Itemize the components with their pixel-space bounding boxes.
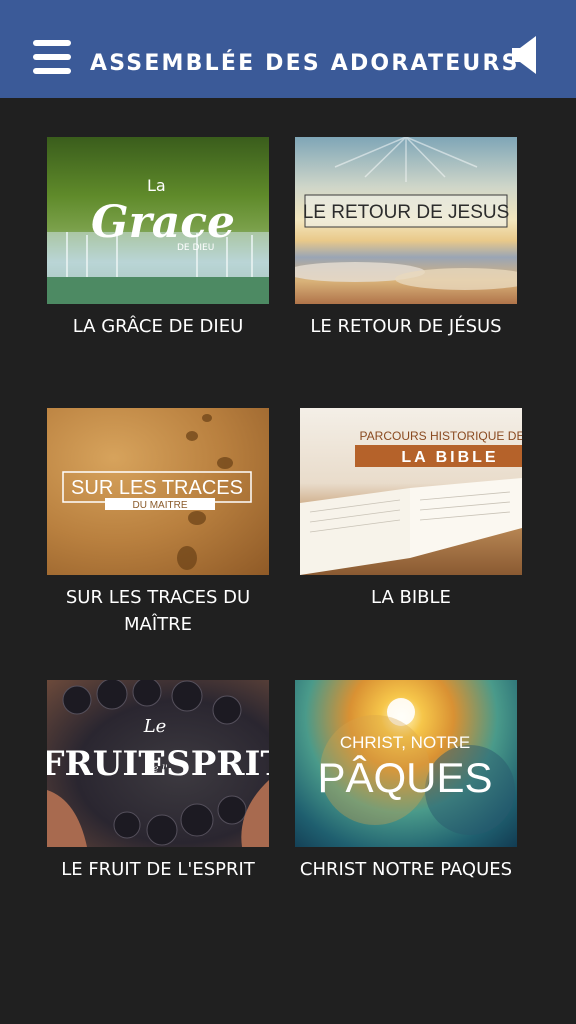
app-bar: ASSEMBLÉE DES ADORATEURS	[0, 0, 576, 98]
lesson-caption: LA GRÂCE DE DIEU	[72, 316, 244, 337]
lesson-caption: SUR LES TRACES DU MAÎTRE	[65, 587, 251, 635]
thumb-text: La	[147, 176, 166, 195]
thumb-text: LE RETOUR DE JESUS	[303, 202, 510, 223]
thumb-text: LA BIBLE	[401, 449, 498, 466]
thumb-text: SUR LES TRACES	[71, 477, 243, 499]
lesson-thumbnail[interactable]: PARCOURS HISTORIQUE DE LA BIBLE	[300, 408, 522, 575]
thumb-text: Grace	[91, 197, 235, 248]
lesson-thumbnail[interactable]: La Grace DE DIEU	[47, 137, 269, 304]
thumb-text: ESPRIT	[140, 744, 269, 784]
lesson-thumbnail[interactable]: Le FRUIT de l' ESPRIT	[47, 680, 269, 847]
thumb-text: DE DIEU	[177, 243, 214, 253]
hamburger-menu-icon[interactable]	[33, 40, 71, 74]
lesson-caption: CHRIST NOTRE PAQUES	[299, 859, 513, 880]
lesson-thumbnail[interactable]: LE RETOUR DE JESUS	[295, 137, 517, 304]
thumb-text: CHRIST, NOTRE	[340, 733, 470, 752]
speaker-icon[interactable]	[510, 34, 542, 76]
thumb-text: DU MAITRE	[133, 500, 188, 511]
lesson-thumbnail[interactable]: SUR LES TRACES DU MAITRE	[47, 408, 269, 575]
thumb-text: PARCOURS HISTORIQUE DE	[360, 429, 522, 443]
app-title: ASSEMBLÉE DES ADORATEURS	[90, 51, 520, 76]
thumb-text: PÂQUES	[317, 754, 492, 801]
thumb-text: Le	[143, 716, 167, 737]
lesson-caption: LE FRUIT DE L'ESPRIT	[61, 859, 255, 880]
lesson-caption: LE RETOUR DE JÉSUS	[310, 316, 502, 337]
lesson-caption: LA BIBLE	[371, 587, 451, 608]
lesson-thumbnail[interactable]: CHRIST, NOTRE PÂQUES	[295, 680, 517, 847]
